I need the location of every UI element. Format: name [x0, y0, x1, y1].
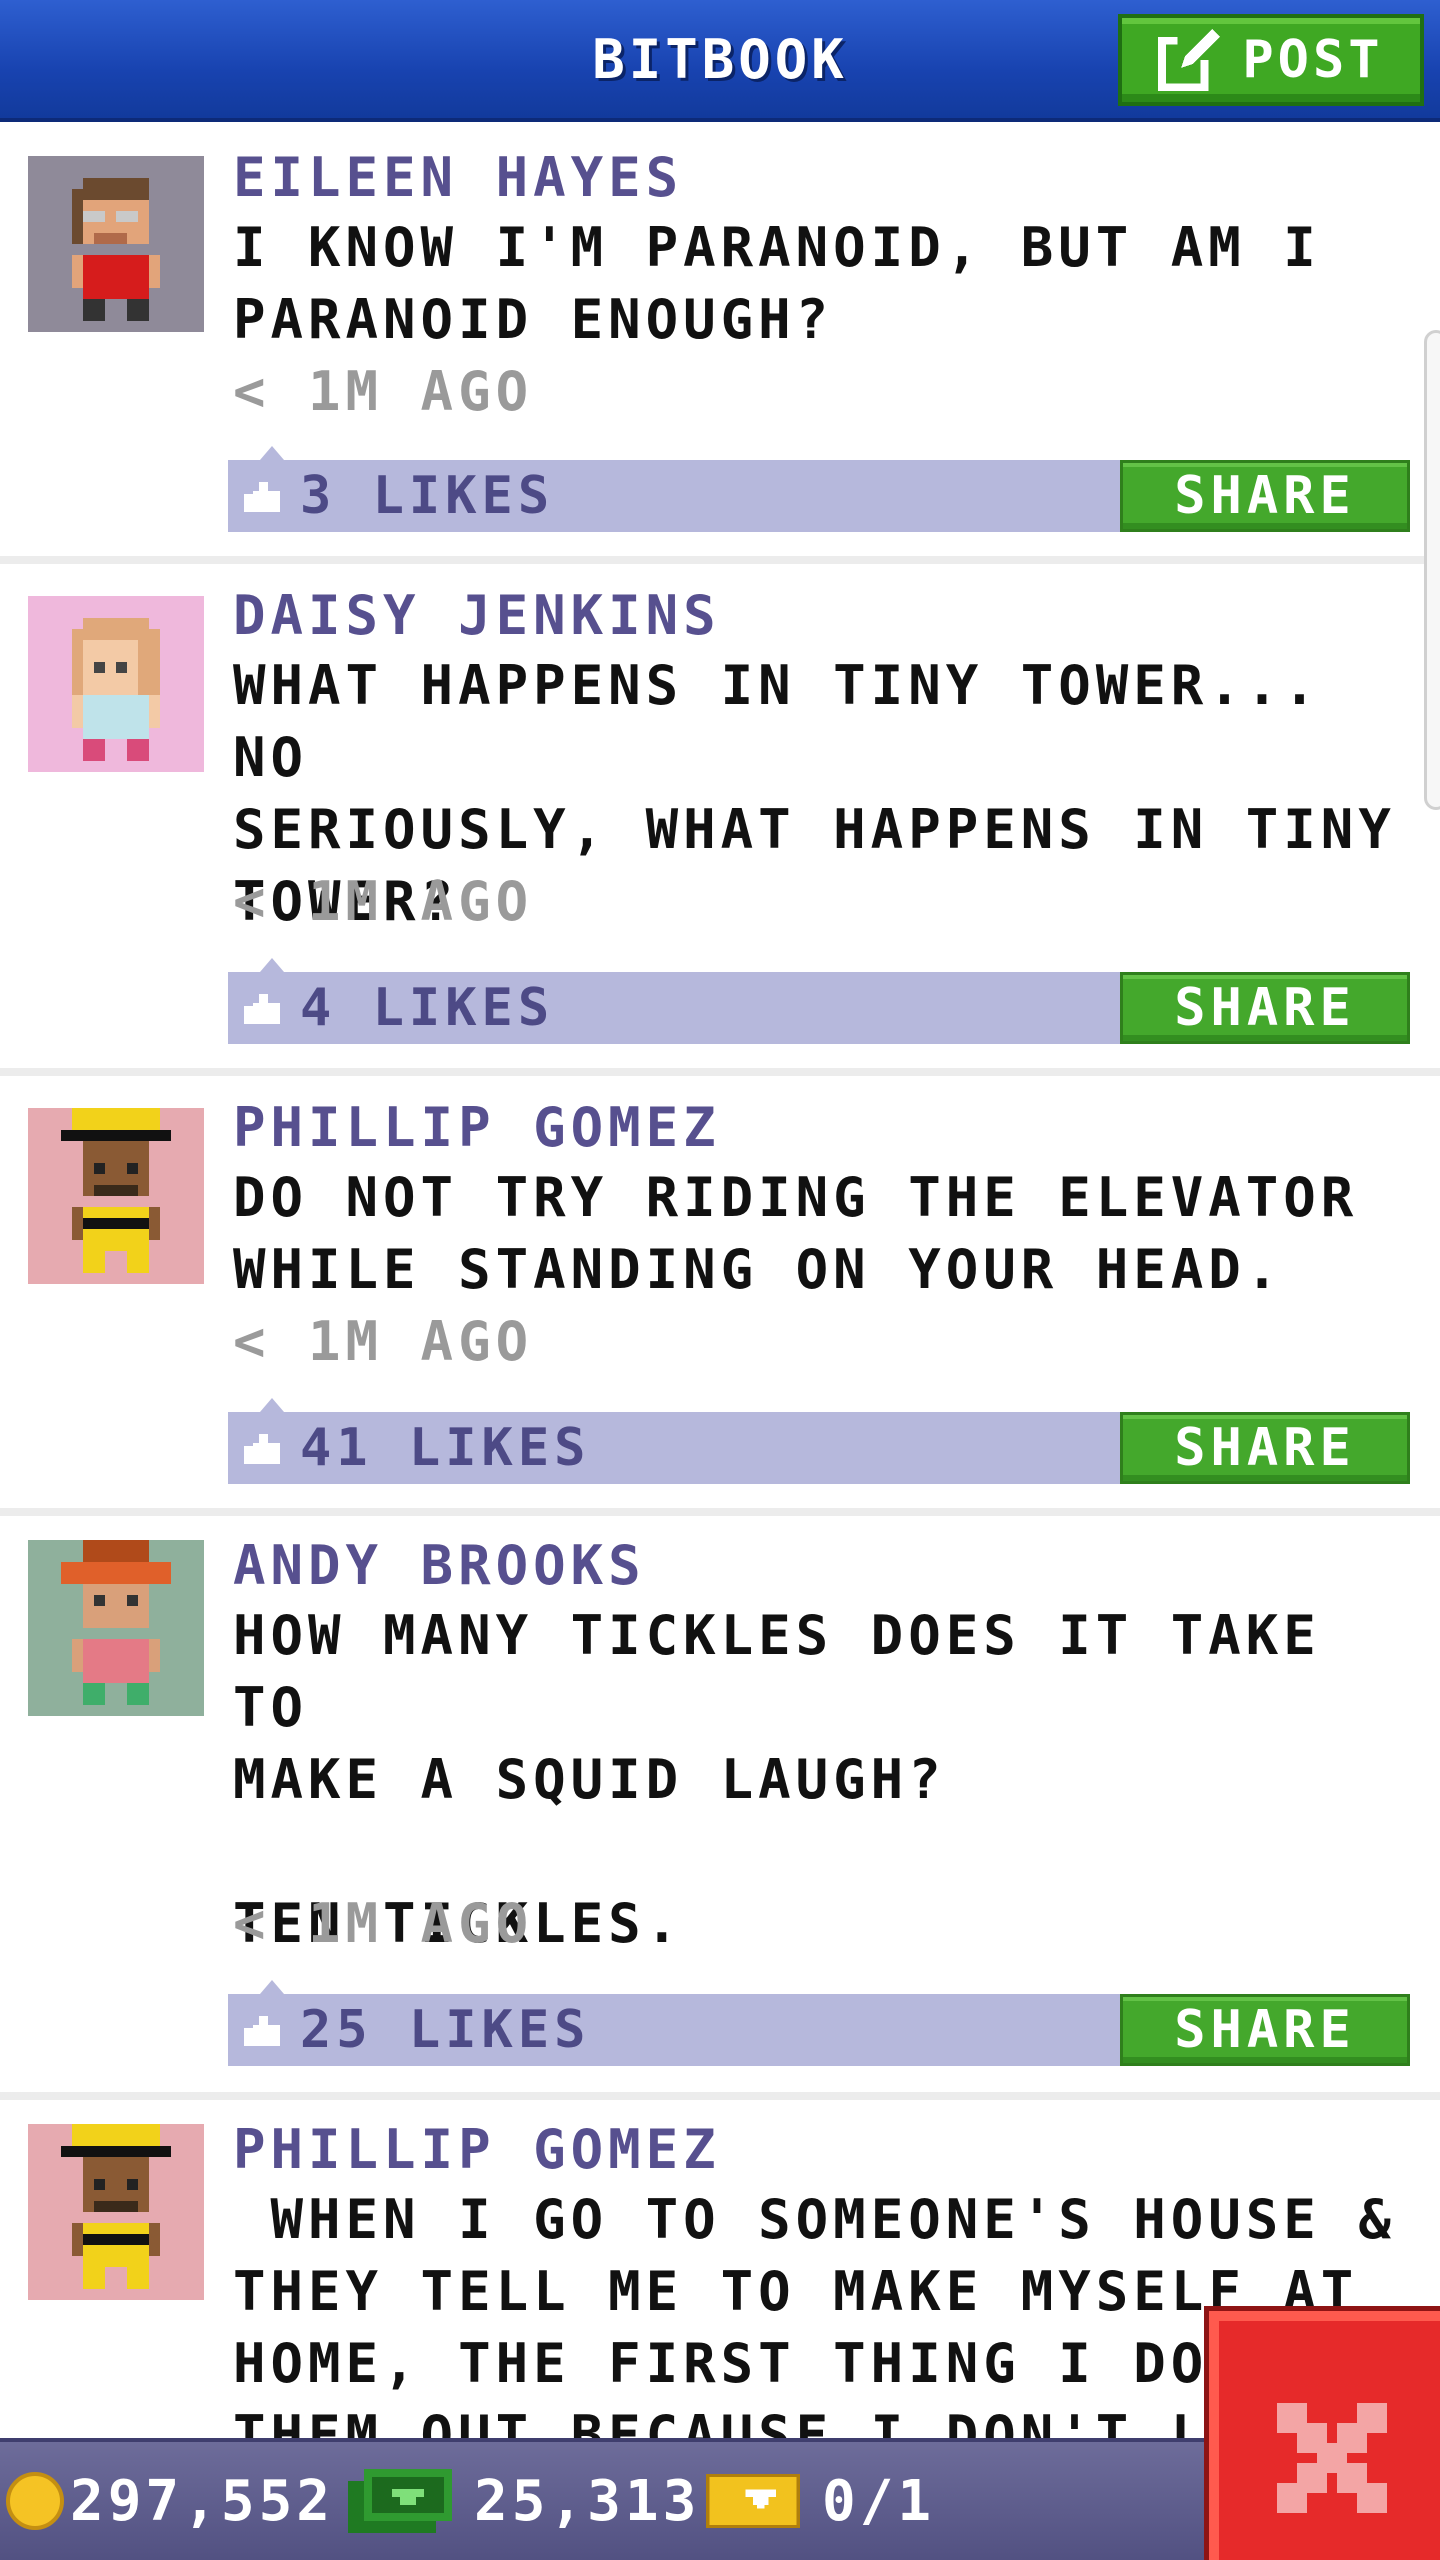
post-divider [0, 556, 1440, 564]
scrollbar[interactable] [1424, 330, 1440, 810]
likes-bar: 25 LIKES SHARE [228, 1980, 1410, 2066]
likes-bar-tip [260, 1980, 284, 1994]
feed-post: EILEEN HAYES I KNOW I'M PARANOID, BUT AM… [0, 126, 1440, 556]
avatar[interactable] [28, 2124, 204, 2300]
close-icon [1277, 2403, 1387, 2513]
likes-bar-tip [260, 958, 284, 972]
share-button[interactable]: SHARE [1120, 460, 1410, 532]
feed-post: DAISY JENKINS WHAT HAPPENS IN TINY TOWER… [0, 564, 1440, 1068]
bux-icon [348, 2469, 452, 2533]
coin-icon [6, 2472, 64, 2530]
post-label: POST [1242, 30, 1384, 90]
likes-count: 25 LIKES [300, 2000, 591, 2060]
bux-stat: 25,313 [348, 2442, 700, 2560]
likes-bar-tip [260, 1398, 284, 1412]
post-author[interactable]: EILEEN HAYES [233, 142, 683, 214]
likes-bar: 4 LIKES SHARE [228, 958, 1410, 1044]
likes-count: 4 LIKES [300, 978, 555, 1038]
feed-post: PHILLIP GOMEZ DO NOT TRY RIDING THE ELEV… [0, 1076, 1440, 1508]
post-divider [0, 1508, 1440, 1516]
post-timestamp: < 1M AGO [233, 360, 534, 423]
likes-bar: 41 LIKES SHARE [228, 1398, 1410, 1484]
post-author[interactable]: PHILLIP GOMEZ [233, 1092, 721, 1164]
feed-post: ANDY BROOKS HOW MANY TICKLES DOES IT TAK… [0, 1516, 1440, 2092]
coins-value: 297,552 [70, 2468, 335, 2534]
tickets-stat: 0/1 [703, 2442, 936, 2560]
app-header: BITBOOK POST [0, 0, 1440, 122]
post-author[interactable]: DAISY JENKINS [233, 580, 721, 652]
post-divider [0, 2092, 1440, 2100]
likes-count: 41 LIKES [300, 1418, 591, 1478]
share-button[interactable]: SHARE [1120, 972, 1410, 1044]
close-button[interactable] [1204, 2306, 1440, 2560]
post-timestamp: < 1M AGO [233, 1310, 534, 1373]
avatar[interactable] [28, 1540, 204, 1716]
avatar[interactable] [28, 1108, 204, 1284]
post-message: DO NOT TRY RIDING THE ELEVATOR WHILE STA… [233, 1166, 1359, 1301]
thumbs-up-icon[interactable] [244, 994, 280, 1024]
tickets-value: 0/1 [822, 2468, 936, 2534]
post-message: I KNOW I'M PARANOID, BUT AM I PARANOID E… [233, 216, 1321, 351]
feed-list[interactable]: EILEEN HAYES I KNOW I'M PARANOID, BUT AM… [0, 126, 1440, 2438]
post-timestamp: < 1M AGO [233, 1892, 534, 1955]
post-author[interactable]: ANDY BROOKS [233, 1530, 646, 1602]
edit-icon [1158, 29, 1221, 91]
share-button[interactable]: SHARE [1120, 1994, 1410, 2066]
post-timestamp: < 1M AGO [233, 870, 534, 933]
thumbs-up-icon[interactable] [244, 482, 280, 512]
avatar[interactable] [28, 156, 204, 332]
likes-bar-tip [260, 446, 284, 460]
post-divider [0, 1068, 1440, 1076]
bux-value: 25,313 [474, 2468, 701, 2534]
ticket-icon [703, 2471, 803, 2531]
coins-stat: 297,552 [6, 2442, 334, 2560]
post-author[interactable]: PHILLIP GOMEZ [233, 2114, 721, 2186]
likes-count: 3 LIKES [300, 466, 555, 526]
share-button[interactable]: SHARE [1120, 1412, 1410, 1484]
post-button[interactable]: POST [1118, 14, 1424, 106]
thumbs-up-icon[interactable] [244, 1434, 280, 1464]
avatar[interactable] [28, 596, 204, 772]
thumbs-up-icon[interactable] [244, 2016, 280, 2046]
likes-bar: 3 LIKES SHARE [228, 446, 1410, 532]
